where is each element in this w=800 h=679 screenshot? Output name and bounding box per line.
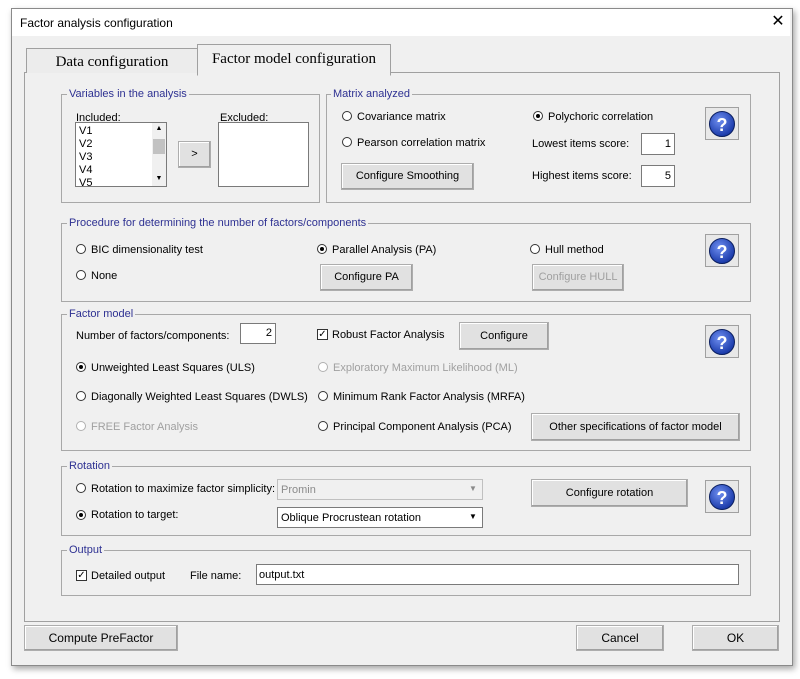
excluded-list[interactable] [218, 122, 309, 187]
pearson-label: Pearson correlation matrix [357, 137, 486, 149]
matrix-group-label: Matrix analyzed [331, 88, 413, 101]
highest-score-label: Highest items score: [532, 170, 632, 182]
mrfa-radio[interactable] [318, 391, 328, 401]
rotation-help-button[interactable]: ? [705, 480, 739, 513]
dwls-label: Diagonally Weighted Least Squares (DWLS) [91, 391, 308, 403]
num-factors-input[interactable]: 2 [240, 323, 276, 344]
pa-label: Parallel Analysis (PA) [332, 244, 437, 256]
free-label: FREE Factor Analysis [91, 421, 198, 433]
configure-hull-button[interactable]: Configure HULL [532, 264, 624, 291]
help-icon: ? [709, 238, 735, 264]
compute-prefactor-button[interactable]: Compute PreFactor [24, 625, 178, 651]
file-name-label: File name: [190, 570, 242, 582]
detailed-output-checkbox[interactable]: ✓ [76, 570, 87, 581]
tab-factor-model-configuration[interactable]: Factor model configuration [197, 44, 391, 76]
polychoric-label: Polychoric correlation [548, 111, 654, 123]
robust-checkbox[interactable]: ✓ [317, 329, 328, 340]
num-factors-label: Number of factors/components: [76, 330, 230, 342]
bic-radio[interactable] [76, 244, 86, 254]
chevron-down-icon: ▼ [469, 512, 477, 521]
rotation-group-label: Rotation [67, 460, 112, 473]
configure-pa-button[interactable]: Configure PA [320, 264, 413, 291]
hull-label: Hull method [545, 244, 604, 256]
lowest-score-input[interactable]: 1 [641, 133, 675, 155]
detailed-output-label: Detailed output [91, 570, 165, 582]
simplicity-radio[interactable] [76, 483, 86, 493]
help-icon: ? [709, 484, 735, 510]
pa-radio[interactable] [317, 244, 327, 254]
configure-rotation-button[interactable]: Configure rotation [531, 479, 688, 507]
uls-radio[interactable] [76, 362, 86, 372]
configure-smoothing-button[interactable]: Configure Smoothing [341, 163, 474, 190]
none-label: None [91, 270, 118, 282]
lowest-score-label: Lowest items score: [532, 138, 630, 150]
help-icon: ? [709, 329, 735, 355]
scroll-up-icon[interactable]: ▲ [152, 123, 166, 135]
configure-robust-button[interactable]: Configure [459, 322, 549, 350]
robust-label: Robust Factor Analysis [332, 329, 445, 341]
scroll-thumb[interactable] [153, 139, 165, 154]
tab-data-configuration[interactable]: Data configuration [26, 48, 198, 73]
file-name-input[interactable]: output.txt [256, 564, 739, 585]
matrix-help-button[interactable]: ? [705, 107, 739, 140]
hull-radio[interactable] [530, 244, 540, 254]
help-icon: ? [709, 111, 735, 137]
list-item[interactable]: V5 [79, 177, 92, 186]
list-item[interactable]: V1 [79, 125, 92, 138]
dwls-radio[interactable] [76, 391, 86, 401]
pca-label: Principal Component Analysis (PCA) [333, 421, 512, 433]
list-item[interactable]: V2 [79, 138, 92, 151]
factor-model-help-button[interactable]: ? [705, 325, 739, 358]
uls-label: Unweighted Least Squares (ULS) [91, 362, 255, 374]
pearson-radio[interactable] [342, 137, 352, 147]
bic-label: BIC dimensionality test [91, 244, 203, 256]
mrfa-label: Minimum Rank Factor Analysis (MRFA) [333, 391, 525, 403]
other-specifications-button[interactable]: Other specifications of factor model [531, 413, 740, 441]
list-item[interactable]: V3 [79, 151, 92, 164]
list-item[interactable]: V4 [79, 164, 92, 177]
close-icon[interactable]: ✕ [769, 12, 787, 32]
highest-score-input[interactable]: 5 [641, 165, 675, 187]
covariance-radio[interactable] [342, 111, 352, 121]
ok-button[interactable]: OK [692, 625, 779, 651]
target-radio[interactable] [76, 510, 86, 520]
ml-radio[interactable] [318, 362, 328, 372]
cancel-button[interactable]: Cancel [576, 625, 664, 651]
target-select[interactable]: Oblique Procrustean rotation ▼ [277, 507, 483, 528]
simplicity-label: Rotation to maximize factor simplicity: [91, 483, 275, 495]
scroll-down-icon[interactable]: ▼ [152, 173, 166, 185]
pca-radio[interactable] [318, 421, 328, 431]
variables-group-label: Variables in the analysis [67, 88, 189, 101]
ml-label: Exploratory Maximum Likelihood (ML) [333, 362, 518, 374]
covariance-label: Covariance matrix [357, 111, 446, 123]
move-to-excluded-button[interactable]: > [178, 141, 211, 168]
polychoric-radio[interactable] [533, 111, 543, 121]
target-label: Rotation to target: [91, 509, 179, 521]
procedure-group-label: Procedure for determining the number of … [67, 217, 369, 230]
free-radio[interactable] [76, 421, 86, 431]
simplicity-select[interactable]: Promin ▼ [277, 479, 483, 500]
window-title: Factor analysis configuration [20, 16, 173, 30]
simplicity-select-value: Promin [281, 484, 316, 496]
included-list[interactable]: V1 V2 V3 V4 V5 ▲ ▼ [75, 122, 167, 187]
included-scrollbar[interactable]: ▲ ▼ [152, 123, 166, 186]
none-radio[interactable] [76, 270, 86, 280]
factor-model-group-label: Factor model [67, 308, 136, 321]
procedure-help-button[interactable]: ? [705, 234, 739, 267]
target-select-value: Oblique Procrustean rotation [281, 512, 422, 524]
chevron-down-icon: ▼ [469, 484, 477, 493]
output-group-label: Output [67, 544, 105, 557]
